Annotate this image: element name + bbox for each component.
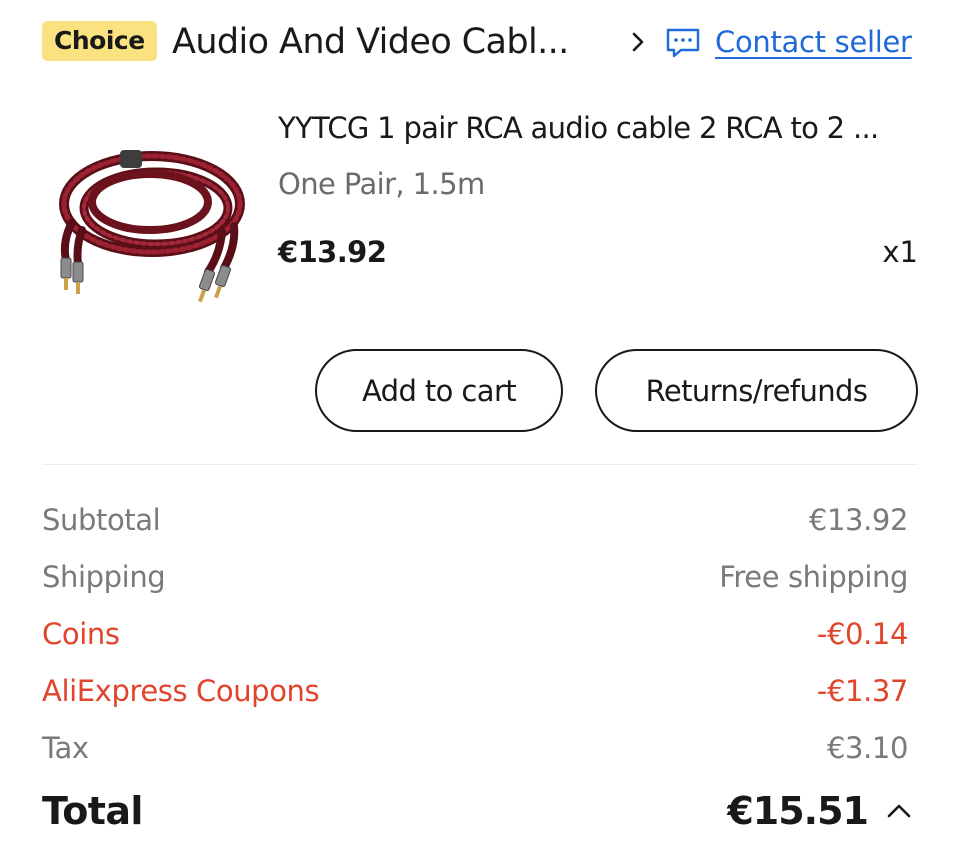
- returns-refunds-button[interactable]: Returns/refunds: [595, 349, 918, 432]
- total-value[interactable]: €15.51: [727, 784, 869, 838]
- chevron-right-icon[interactable]: [626, 30, 650, 54]
- order-store-header: Choice Audio And Video Cabl... Contact s…: [42, 18, 918, 66]
- product-title[interactable]: YYTCG 1 pair RCA audio cable 2 RCA to 2 …: [278, 106, 918, 150]
- product-image-rca-cable[interactable]: [52, 142, 258, 310]
- total-label: Total: [42, 789, 143, 833]
- subtotal-value: €13.92: [808, 503, 908, 537]
- coupons-row: AliExpress Coupons -€1.37: [42, 669, 908, 713]
- choice-badge: Choice: [42, 21, 157, 61]
- subtotal-row: Subtotal €13.92: [42, 498, 908, 542]
- coupons-label: AliExpress Coupons: [42, 674, 320, 708]
- product-quantity: x1: [882, 235, 918, 269]
- shipping-label: Shipping: [42, 560, 166, 594]
- subtotal-label: Subtotal: [42, 503, 161, 537]
- chevron-up-icon[interactable]: [884, 796, 914, 826]
- coupons-value: -€1.37: [816, 674, 908, 708]
- store-title[interactable]: Audio And Video Cabl...: [172, 18, 612, 66]
- divider: [42, 464, 918, 465]
- add-to-cart-button[interactable]: Add to cart: [315, 349, 563, 432]
- shipping-value: Free shipping: [719, 560, 908, 594]
- coins-value: -€0.14: [816, 617, 908, 651]
- coins-label: Coins: [42, 617, 120, 651]
- product-price: €13.92: [278, 235, 387, 269]
- tax-value: €3.10: [826, 731, 908, 765]
- chat-icon[interactable]: [665, 27, 701, 59]
- tax-row: Tax €3.10: [42, 726, 908, 770]
- shipping-row: Shipping Free shipping: [42, 555, 908, 599]
- contact-seller-link[interactable]: Contact seller: [715, 18, 912, 66]
- tax-label: Tax: [42, 731, 89, 765]
- coins-row: Coins -€0.14: [42, 612, 908, 656]
- product-variant: One Pair, 1.5m: [278, 167, 485, 201]
